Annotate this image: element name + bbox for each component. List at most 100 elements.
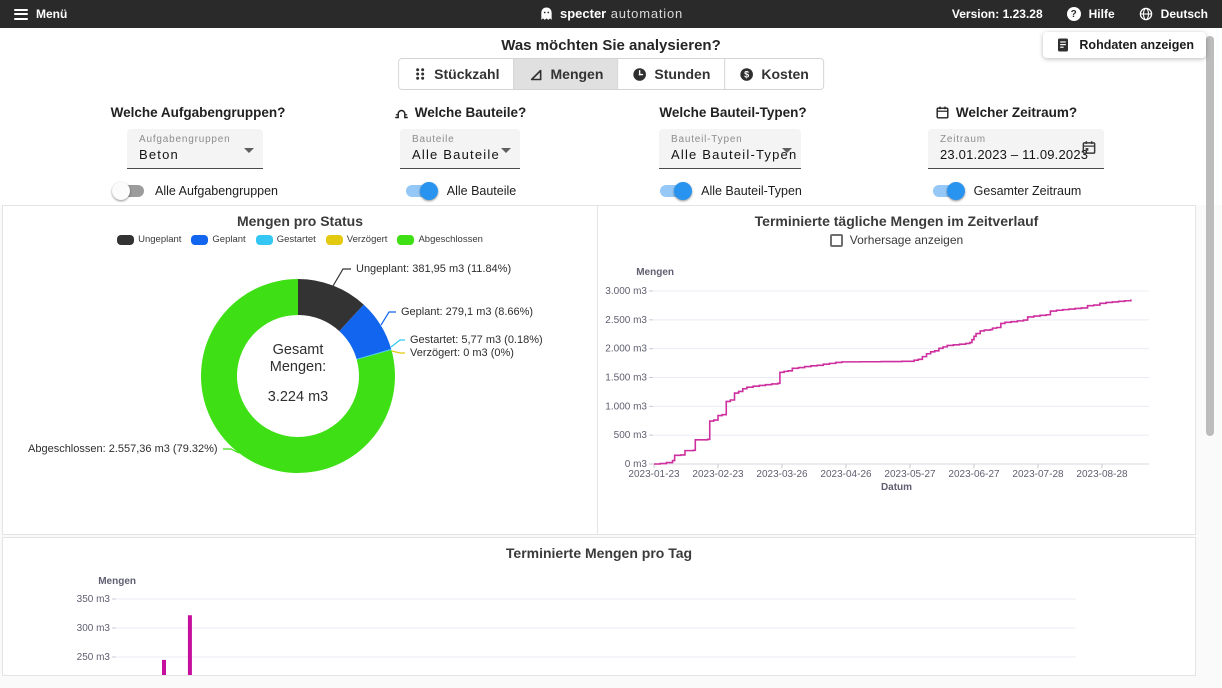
svg-text:2023-04-26: 2023-04-26 bbox=[820, 469, 872, 480]
help-button[interactable]: ? Hilfe bbox=[1067, 7, 1115, 21]
aufgabengruppen-select-value: Beton bbox=[139, 147, 237, 162]
filter-zeitraum: Welcher Zeitraum? Zeitraum 23.01.2023 – … bbox=[928, 105, 1084, 200]
filter-section: Rohdaten anzeigen Was möchten Sie analys… bbox=[0, 28, 1222, 205]
tab-stueckzahl[interactable]: Stückzahl bbox=[399, 59, 513, 89]
analyze-tabs: Stückzahl Mengen Stunden $ bbox=[398, 58, 824, 90]
tab-stunden-label: Stunden bbox=[654, 66, 710, 82]
language-button[interactable]: Deutsch bbox=[1139, 7, 1208, 21]
tab-mengen[interactable]: Mengen bbox=[514, 59, 618, 89]
globe-icon bbox=[1139, 7, 1153, 21]
tab-stunden[interactable]: Stunden bbox=[617, 59, 724, 89]
svg-text:2023-06-27: 2023-06-27 bbox=[948, 469, 1000, 480]
calendar-icon bbox=[1081, 139, 1097, 155]
chevron-down-icon bbox=[244, 148, 254, 153]
top-nav: Menü specter automation Version: 1.23.28… bbox=[0, 0, 1222, 28]
money-icon: $ bbox=[739, 67, 754, 82]
brand-suffix: automation bbox=[611, 6, 683, 21]
svg-text:500 m3: 500 m3 bbox=[614, 430, 648, 441]
daily-bars-chart[interactable]: 350 m3300 m3250 m3200 m3 bbox=[3, 538, 1196, 676]
aufgabengruppen-select[interactable]: Aufgabengruppen Beton bbox=[127, 129, 263, 169]
svg-text:300 m3: 300 m3 bbox=[77, 623, 111, 634]
timeline-panel: Terminierte tägliche Mengen im Zeitverla… bbox=[597, 205, 1196, 535]
clock-icon bbox=[632, 67, 647, 82]
zeitraum-field-value: 23.01.2023 – 11.09.2023 bbox=[940, 147, 1074, 162]
document-icon bbox=[1055, 37, 1071, 53]
toggle-alle-aufgabengruppen[interactable] bbox=[112, 182, 146, 200]
daily-bars-panel: Terminierte Mengen pro Tag Mengen 350 m3… bbox=[2, 537, 1196, 676]
toggle-alle-bauteile-label: Alle Bauteile bbox=[447, 184, 517, 198]
calendar-picker-button[interactable] bbox=[1081, 139, 1097, 158]
language-label: Deutsch bbox=[1161, 7, 1208, 21]
help-label: Hilfe bbox=[1089, 7, 1115, 21]
svg-text:2.000 m3: 2.000 m3 bbox=[605, 344, 647, 355]
status-donut-panel: Mengen pro Status Ungeplant Geplant Gest… bbox=[2, 205, 597, 535]
filter-bauteile-label: Welche Bauteile? bbox=[415, 105, 527, 120]
tab-stueckzahl-label: Stückzahl bbox=[434, 66, 499, 82]
svg-text:2023-07-28: 2023-07-28 bbox=[1012, 469, 1064, 480]
brand-logo: specter automation bbox=[539, 0, 683, 28]
svg-text:2023-08-28: 2023-08-28 bbox=[1076, 469, 1128, 480]
analyze-question: Was möchten Sie analysieren? bbox=[0, 37, 1222, 54]
toggle-alle-bauteile[interactable] bbox=[404, 182, 438, 200]
svg-text:2023-02-23: 2023-02-23 bbox=[692, 469, 744, 480]
slice-label-geplant: Geplant: 279,1 m3 (8.66%) bbox=[401, 306, 533, 318]
svg-text:250 m3: 250 m3 bbox=[77, 652, 111, 663]
chevron-down-icon bbox=[501, 148, 511, 153]
svg-text:2.500 m3: 2.500 m3 bbox=[605, 315, 647, 326]
ghost-icon bbox=[539, 6, 554, 22]
menu-label: Menü bbox=[36, 7, 67, 21]
toggle-gesamter-zeitraum-label: Gesamter Zeitraum bbox=[974, 184, 1082, 198]
filter-aufgabengruppen: Welche Aufgabengruppen? Aufgabengruppen … bbox=[120, 105, 270, 200]
calendar-icon bbox=[935, 105, 950, 120]
filter-zeitraum-label: Welcher Zeitraum? bbox=[956, 105, 1077, 120]
bauteil-typen-select-value: Alle Bauteil-Typen bbox=[671, 147, 775, 162]
hamburger-icon bbox=[14, 9, 28, 20]
zeitraum-field-label: Zeitraum bbox=[940, 134, 1074, 145]
slice-label-verzoegert: Verzögert: 0 m3 (0%) bbox=[410, 347, 514, 359]
donut-center-total: Gesamt Mengen: 3.224 m3 bbox=[238, 342, 358, 406]
filter-aufgabengruppen-label: Welche Aufgabengruppen? bbox=[111, 105, 286, 120]
bauteile-select-value: Alle Bauteile bbox=[412, 147, 494, 162]
tab-kosten-label: Kosten bbox=[761, 66, 808, 82]
svg-text:2023-05-27: 2023-05-27 bbox=[884, 469, 936, 480]
slice-label-gestartet: Gestartet: 5,77 m3 (0.18%) bbox=[410, 334, 543, 346]
filter-aufgabengruppen-question: Welche Aufgabengruppen? bbox=[120, 105, 270, 120]
filter-bauteil-typen-label: Welche Bauteil-Typen? bbox=[659, 105, 806, 120]
set-square-icon bbox=[529, 67, 544, 82]
toggle-alle-bauteil-typen[interactable] bbox=[658, 182, 692, 200]
menu-button[interactable]: Menü bbox=[14, 7, 67, 21]
bauteile-select[interactable]: Bauteile Alle Bauteile bbox=[400, 129, 520, 169]
filter-bauteile: Welche Bauteile? Bauteile Alle Bauteile … bbox=[385, 105, 535, 200]
filter-bauteil-typen-question: Welche Bauteil-Typen? bbox=[655, 105, 805, 120]
show-raw-data-label: Rohdaten anzeigen bbox=[1079, 38, 1194, 52]
svg-text:2023-03-26: 2023-03-26 bbox=[756, 469, 808, 480]
toggle-alle-aufgabengruppen-label: Alle Aufgabengruppen bbox=[155, 184, 278, 198]
bauteil-typen-select-label: Bauteil-Typen bbox=[671, 134, 775, 145]
svg-text:350 m3: 350 m3 bbox=[77, 594, 111, 605]
filter-bauteil-typen: Welche Bauteil-Typen? Bauteil-Typen Alle… bbox=[655, 105, 805, 200]
svg-text:3.000 m3: 3.000 m3 bbox=[605, 286, 647, 297]
vertical-scrollbar[interactable] bbox=[1206, 36, 1214, 436]
svg-text:1.500 m3: 1.500 m3 bbox=[605, 373, 647, 384]
slice-label-ungeplant: Ungeplant: 381,95 m3 (11.84%) bbox=[356, 263, 511, 275]
zeitraum-field[interactable]: Zeitraum 23.01.2023 – 11.09.2023 bbox=[928, 129, 1104, 169]
app-root: Menü specter automation Version: 1.23.28… bbox=[0, 0, 1222, 688]
aufgabengruppen-select-label: Aufgabengruppen bbox=[139, 134, 237, 145]
tab-kosten[interactable]: $ Kosten bbox=[724, 59, 822, 89]
slice-label-abgeschlossen: Abgeschlossen: 2.557,36 m3 (79.32%) bbox=[28, 443, 218, 455]
brand-name: specter bbox=[560, 6, 606, 21]
chevron-down-icon bbox=[782, 148, 792, 153]
svg-text:1.000 m3: 1.000 m3 bbox=[605, 401, 647, 412]
show-raw-data-button[interactable]: Rohdaten anzeigen bbox=[1043, 32, 1206, 58]
filter-bauteile-question: Welche Bauteile? bbox=[385, 105, 535, 120]
count-icon bbox=[413, 67, 427, 81]
toggle-gesamter-zeitraum[interactable] bbox=[931, 182, 965, 200]
toggle-alle-bauteil-typen-label: Alle Bauteil-Typen bbox=[701, 184, 802, 198]
tab-mengen-label: Mengen bbox=[551, 66, 604, 82]
bridge-icon bbox=[394, 105, 409, 120]
timeline-x-axis-title: Datum bbox=[598, 482, 1195, 493]
bauteil-typen-select[interactable]: Bauteil-Typen Alle Bauteil-Typen bbox=[659, 129, 801, 169]
filter-zeitraum-question: Welcher Zeitraum? bbox=[928, 105, 1084, 120]
help-icon: ? bbox=[1067, 7, 1081, 21]
svg-text:$: $ bbox=[744, 69, 749, 79]
